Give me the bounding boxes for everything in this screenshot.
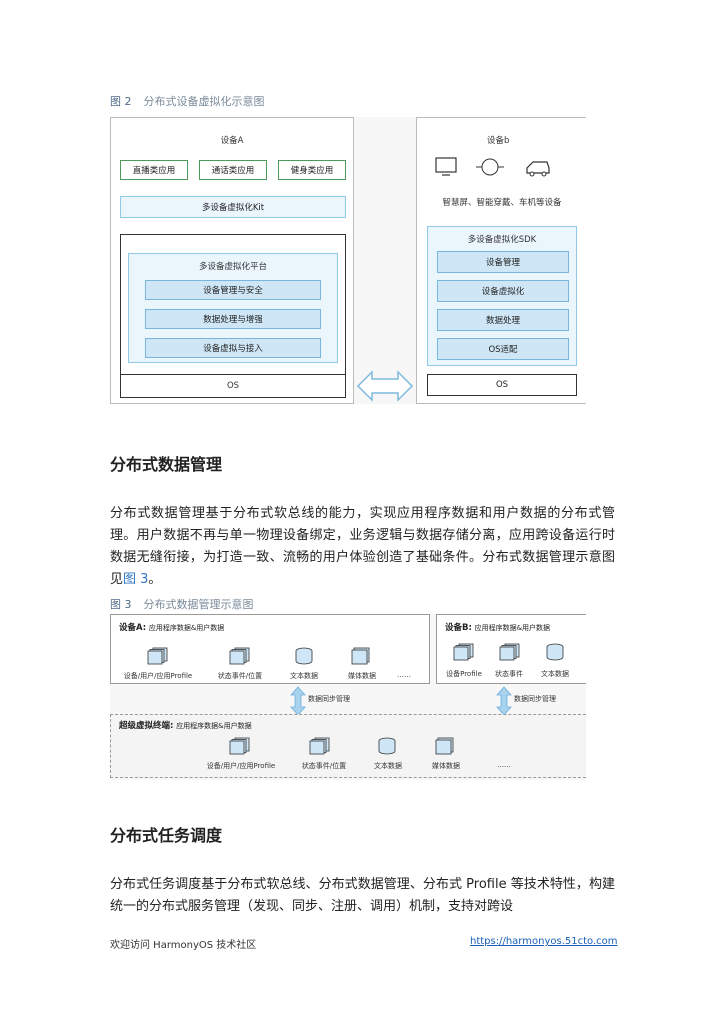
smart-screen-icon: [435, 157, 457, 176]
fig3-device-b: 设备B: 应用程序数据&用户数据 设备Profile 状态事件 文本数据: [436, 614, 586, 684]
device-b-devices-label: 智慧屏、智能穿戴、车机等设备: [442, 198, 562, 208]
fig3-device-b-header: 设备B: 应用程序数据&用户数据: [445, 621, 550, 633]
fig3-device-a-title: 设备A:: [119, 623, 147, 633]
fig3-a-item-media: 媒体数据: [348, 672, 376, 680]
stack-icon: [499, 643, 520, 661]
fig3-super-header: 超级虚拟终端: 应用程序数据&用户数据: [119, 719, 252, 731]
figure-3-title: 分布式数据管理示意图: [143, 598, 254, 611]
platform-item-data: 数据处理与增强: [145, 309, 321, 329]
figure-2-title: 分布式设备虚拟化示意图: [143, 95, 265, 108]
stack-icon: [229, 737, 250, 755]
fig3-super-item-media: 媒体数据: [432, 762, 460, 770]
device-a-title: 设备A: [220, 136, 244, 146]
fig3-device-b-subtitle: 应用程序数据&用户数据: [474, 624, 551, 632]
figure-3: 设备A: 应用程序数据&用户数据 设备/用户/应用Profile 状态事件/位置…: [110, 614, 586, 780]
figure-3-link[interactable]: 图 3: [123, 572, 148, 587]
fig3-a-item-state: 状态事件/位置: [217, 672, 263, 680]
sdk-title: 多设备虚拟化SDK: [467, 235, 537, 245]
fig3-device-a: 设备A: 应用程序数据&用户数据 设备/用户/应用Profile 状态事件/位置…: [110, 614, 430, 684]
footer-link[interactable]: https://harmonyos.51cto.com: [470, 936, 618, 947]
app-fitness: 健身类应用: [278, 160, 346, 180]
multi-device-kit: 多设备虚拟化Kit: [120, 196, 346, 218]
platform-title: 多设备虚拟化平台: [198, 262, 267, 272]
sdk-item-os-adapt: OS适配: [437, 338, 569, 360]
stack-icon: [453, 643, 474, 661]
wearable-icon: [476, 158, 504, 176]
database-icon: [378, 737, 396, 755]
device-a-os-container: 多设备虚拟化平台 设备管理与安全 数据处理与增强 设备虚拟与接入 OS: [120, 234, 346, 398]
device-b-panel: 设备b 智慧屏、智能穿戴、车机等设备 多设备虚拟化SDK 设备管理 设备虚拟化 …: [416, 117, 586, 404]
fig3-device-a-subtitle: 应用程序数据&用户数据: [148, 624, 225, 632]
paragraph-end: 。: [148, 572, 162, 587]
fig3-device-a-header: 设备A: 应用程序数据&用户数据: [119, 621, 224, 633]
app-live: 直播类应用: [120, 160, 188, 180]
fig3-super-subtitle: 应用程序数据&用户数据: [176, 722, 252, 730]
fig3-super-terminal: 超级虚拟终端: 应用程序数据&用户数据 设备/用户/应用Profile 状态事件…: [110, 714, 586, 778]
device-b-title: 设备b: [487, 136, 510, 146]
figure-3-number: 图 3: [110, 598, 132, 611]
paragraph-text: 分布式数据管理基于分布式软总线的能力，实现应用程序数据和用户数据的分布式管理。用…: [110, 506, 615, 587]
platform-item-access: 设备虚拟与接入: [145, 338, 321, 358]
sdk-item-data: 数据处理: [437, 309, 569, 331]
sdk-item-virtualization: 设备虚拟化: [437, 280, 569, 302]
section-paragraph-data-mgmt: 分布式数据管理基于分布式软总线的能力，实现应用程序数据和用户数据的分布式管理。用…: [110, 503, 615, 591]
stack-icon: [229, 647, 250, 665]
media-icon: [351, 647, 370, 665]
fig3-a-item-more: ……: [397, 671, 411, 679]
virtualization-platform: 多设备虚拟化平台 设备管理与安全 数据处理与增强 设备虚拟与接入: [128, 253, 338, 363]
double-arrow-icon: [356, 370, 414, 402]
figure-2-number: 图 2: [110, 95, 132, 108]
sync-label-b: 数据同步管理: [514, 695, 556, 703]
fig3-a-item-text: 文本数据: [290, 672, 318, 680]
fig3-super-item-profile: 设备/用户/应用Profile: [206, 762, 276, 770]
sdk-item-device-mgmt: 设备管理: [437, 251, 569, 273]
fig3-super-item-text: 文本数据: [374, 762, 402, 770]
fig3-super-title: 超级虚拟终端:: [119, 721, 174, 731]
stack-icon: [309, 737, 330, 755]
footer-welcome: 欢迎访问 HarmonyOS 技术社区: [110, 940, 257, 951]
fig3-a-item-profile: 设备/用户/应用Profile: [123, 672, 193, 680]
platform-item-security: 设备管理与安全: [145, 280, 321, 300]
fig3-super-item-more: ……: [497, 761, 511, 769]
section-paragraph-task-scheduling: 分布式任务调度基于分布式软总线、分布式数据管理、分布式 Profile 等技术特…: [110, 877, 615, 914]
figure-2-caption: 图 2 分布式设备虚拟化示意图: [110, 93, 265, 109]
section-heading-data-mgmt: 分布式数据管理: [110, 455, 223, 474]
sync-arrow-icon: [290, 686, 306, 716]
sync-label-a: 数据同步管理: [308, 695, 350, 703]
fig3-device-b-title: 设备B:: [445, 623, 472, 633]
fig3-super-item-state: 状态事件/位置: [301, 762, 347, 770]
device-a-os: OS: [226, 381, 240, 391]
figure-2: 设备A 直播类应用 通话类应用 健身类应用 多设备虚拟化Kit 多设备虚拟化平台…: [110, 117, 586, 404]
section-heading-task-scheduling: 分布式任务调度: [110, 826, 223, 845]
fig3-b-item-profile: 设备Profile: [446, 670, 482, 678]
media-icon: [435, 737, 454, 755]
car-icon: [526, 161, 550, 177]
device-b-os: OS: [427, 374, 577, 396]
app-call: 通话类应用: [199, 160, 267, 180]
fig3-b-item-text: 文本数据: [541, 670, 569, 678]
virtualization-sdk: 多设备虚拟化SDK 设备管理 设备虚拟化 数据处理 OS适配: [427, 226, 577, 366]
figure-3-caption: 图 3 分布式数据管理示意图: [110, 596, 254, 612]
sync-arrow-icon: [496, 686, 512, 716]
stack-icon: [147, 647, 168, 665]
device-a-panel: 设备A 直播类应用 通话类应用 健身类应用 多设备虚拟化Kit 多设备虚拟化平台…: [110, 117, 354, 404]
database-icon: [295, 647, 313, 665]
os-divider: [121, 374, 345, 375]
fig3-b-item-state: 状态事件: [495, 670, 523, 678]
database-icon: [546, 643, 564, 661]
